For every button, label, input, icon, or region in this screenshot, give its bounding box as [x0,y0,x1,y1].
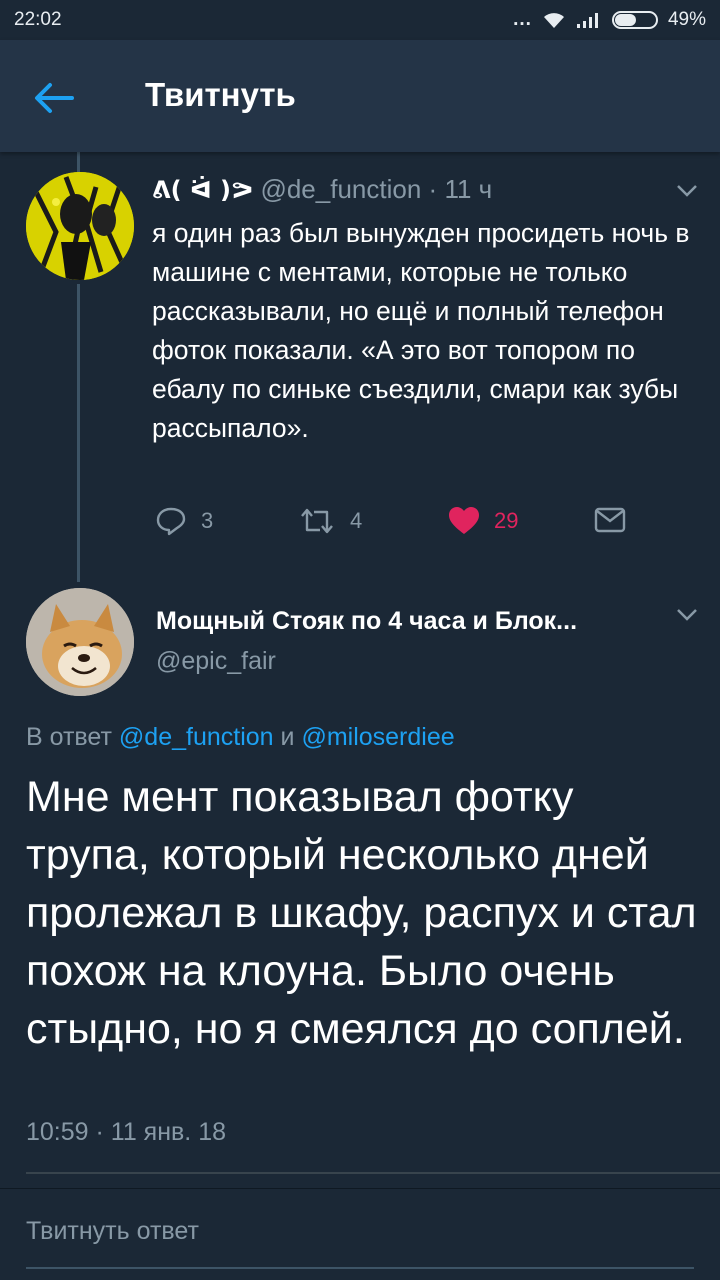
chevron-down-icon[interactable] [676,184,698,198]
author-name[interactable]: ᕕ( ᐛ )ᕗ [152,176,253,204]
wifi-icon [543,13,564,28]
app-bar: Твитнуть [0,40,720,152]
thread-line-top [77,152,80,172]
battery-percent: 49% [667,9,706,30]
avatar-image [26,172,134,280]
status-icons: ... 49% [513,9,706,31]
notification-dots: ... [513,9,532,30]
arrow-left-icon [35,83,74,113]
reply-button[interactable]: 3 [155,506,213,536]
tweet-text: Мне мент показывал фотку трупа, который … [26,773,697,1053]
author-name[interactable]: Мощный Стояк по 4 часа и Блок... [156,607,646,636]
divider [26,1172,720,1174]
reply-compose-bar: Твитнуть ответ [0,1188,720,1280]
author-handle[interactable]: @epic_fair [156,647,276,676]
tweet-text: я один раз был вынужден просидеть ночь в… [152,218,690,443]
mention-link[interactable]: @de_function [119,723,274,751]
retweet-button[interactable]: 4 [298,506,362,536]
reply-icon [156,507,186,536]
direct-message-button[interactable] [594,506,626,534]
status-bar: 22:02 ... 49% [0,0,720,40]
avatar[interactable] [26,172,134,280]
envelope-icon [594,507,626,533]
avatar[interactable] [26,588,134,696]
heart-icon [449,507,479,534]
input-underline [26,1267,694,1269]
chevron-down-icon[interactable] [676,608,698,622]
status-time: 22:02 [14,9,62,30]
reply-count: 3 [201,508,214,533]
battery-icon [611,11,658,29]
like-count: 29 [494,508,519,533]
author-handle[interactable]: @de_function [260,174,421,204]
tweet-actions: 3 4 29 [0,506,720,542]
tweet-time: 11 ч [444,174,493,204]
retweet-icon [301,508,333,534]
tweet-header: ᕕ( ᐛ )ᕗ @de_function · 11 ч [152,174,492,205]
reply-conjunction: и [280,723,295,751]
separator: · [428,174,438,204]
like-button[interactable]: 29 [448,506,518,536]
avatar-image [26,588,134,696]
reply-input[interactable]: Твитнуть ответ [26,1217,199,1246]
back-button[interactable] [30,78,78,118]
reply-prefix: В ответ [26,723,112,751]
signal-icon [576,13,598,28]
mention-link[interactable]: @miloserdiee [301,723,454,751]
retweet-count: 4 [350,508,363,533]
page-title: Твитнуть [145,76,296,113]
reply-context: В ответ @de_function и @miloserdiee [26,723,455,752]
tweet-timestamp: 10:59 · 11 янв. 18 [26,1118,226,1146]
